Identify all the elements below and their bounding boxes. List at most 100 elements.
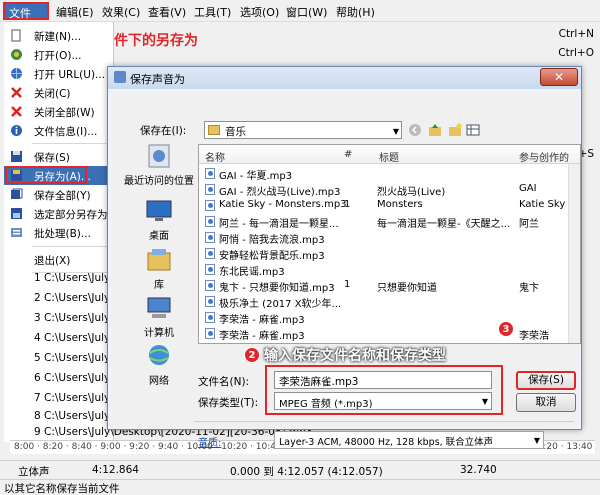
recent-file-5[interactable]: 5 C:\Users\July (34, 352, 110, 364)
menu-item-file-info[interactable]: 文件信息(I)... (4, 121, 114, 140)
status-channel: 立体声 (18, 466, 50, 478)
quality-label[interactable]: 音质: (198, 434, 221, 449)
menu-window[interactable]: 窗口(W) (286, 4, 327, 20)
recent-file-6[interactable]: 6 C:\Users\July (34, 372, 110, 384)
menu-item-new[interactable]: 新建(N)... (4, 26, 114, 45)
column-number[interactable]: # (344, 149, 352, 160)
table-row[interactable]: GAI - 烈火战马(Live).mp3 烈火战马(Live) GAI (199, 182, 580, 198)
file-list[interactable]: 名称 # 标题 参与创作的 GAI - 华夏.mp3 GAI - 烈火战马(Li… (198, 144, 581, 344)
place-recent[interactable]: 最近访问的位置 (120, 143, 198, 187)
new-file-icon (11, 29, 21, 42)
menu-item-save[interactable]: 保存(S) (4, 147, 114, 166)
filename-label: 文件名(N): (198, 376, 250, 388)
shortcut-new: Ctrl+N (558, 28, 594, 40)
cancel-button[interactable]: 取消 (516, 393, 576, 412)
audio-file-icon (205, 264, 215, 275)
menu-item-batch[interactable]: 批处理(B)... (4, 223, 114, 242)
menu-effects[interactable]: 效果(C) (102, 4, 140, 20)
audio-file-icon (205, 216, 215, 227)
up-folder-icon[interactable] (428, 123, 442, 137)
shortcut-open: Ctrl+O (558, 47, 594, 59)
menu-bar: 文件(F) 编辑(E) 效果(C) 查看(V) 工具(T) 选项(O) 窗口(W… (0, 0, 600, 34)
column-artist[interactable]: 参与创作的 (519, 149, 569, 164)
column-name[interactable]: 名称 (205, 149, 225, 164)
table-row[interactable]: 安静轻松背景配乐.mp3 (199, 246, 580, 262)
dialog-separator (194, 421, 574, 422)
dialog-title: 保存声音为 (130, 73, 185, 86)
menu-view[interactable]: 查看(V) (148, 4, 186, 20)
menu-item-open-url[interactable]: 打开 URL(U)... (4, 64, 114, 83)
column-title[interactable]: 标题 (379, 149, 399, 164)
audio-file-icon (205, 184, 215, 195)
audio-file-icon (205, 168, 215, 179)
menu-file[interactable]: 文件(F) (3, 2, 49, 34)
chevron-down-icon: ▼ (392, 127, 399, 136)
menu-separator (32, 246, 114, 247)
recent-file-3[interactable]: 3 C:\Users\July (34, 312, 110, 324)
quality-select[interactable]: Layer-3 ACM, 48000 Hz, 128 kbps, 联合立体声 ▼ (274, 431, 544, 449)
recent-places-icon (148, 144, 170, 168)
menu-item-close[interactable]: 关闭(C) (4, 83, 114, 102)
close-x-icon (11, 87, 22, 98)
menu-options[interactable]: 选项(O) (240, 4, 279, 20)
table-row[interactable]: 李荣浩 - 麻雀.mp3 李荣浩 (199, 326, 580, 342)
save-button[interactable]: 保存(S) (516, 371, 576, 390)
batch-icon (11, 228, 22, 237)
place-desktop[interactable]: 桌面 (120, 198, 198, 242)
file-list-scrollbar[interactable] (568, 164, 580, 343)
desktop-icon (146, 200, 172, 221)
status-hint: 以其它名称保存当前文件 (4, 483, 120, 495)
menu-item-save-selection[interactable]: 选定部分另存为( (4, 204, 114, 223)
save-as-highlight (5, 166, 87, 184)
table-row[interactable]: 东北民谣.mp3 (199, 262, 580, 278)
menu-separator (32, 143, 114, 144)
dialog-body: 保存在(I): 音乐 ▼ 最近访问的位置 桌面 库 计算机 网络 名称 # 标题… (112, 91, 581, 449)
recent-file-8[interactable]: 8 C:\Users\July (34, 410, 110, 422)
menu-help[interactable]: 帮助(H) (336, 4, 375, 20)
recent-file-2[interactable]: 2 C:\Users\July (34, 292, 110, 304)
look-in-combo[interactable]: 音乐 ▼ (204, 121, 402, 139)
close-button[interactable]: ✕ (540, 68, 578, 86)
status-value: 32.740 (460, 464, 497, 476)
menu-tools[interactable]: 工具(T) (194, 4, 231, 20)
place-computer[interactable]: 计算机 (120, 295, 198, 339)
status-duration: 4:12.864 (92, 464, 139, 476)
menu-item-close-all[interactable]: 关闭全部(W) (4, 102, 114, 121)
audio-file-icon (205, 328, 215, 339)
menu-item-open[interactable]: 打开(O)... (4, 45, 114, 64)
recent-file-7[interactable]: 7 C:\Users\July (34, 392, 110, 404)
table-row[interactable]: GAI - 华夏.mp3 (199, 166, 580, 182)
save-icon (11, 151, 22, 162)
menu-item-exit[interactable]: 退出(X) (4, 250, 114, 269)
table-row[interactable]: 李荣浩 - 麻雀.mp3 (199, 310, 580, 326)
dialog-title-bar[interactable]: 保存声音为 ✕ (108, 67, 581, 89)
menu-item-save-all[interactable]: 保存全部(Y) (4, 185, 114, 204)
open-folder-icon (11, 49, 22, 60)
table-row[interactable]: 阿兰 - 每一滴泪是一颗星... 每一滴泪是一颗星-《天醒之... 阿兰 (199, 214, 580, 230)
back-icon[interactable] (408, 123, 422, 137)
menu-edit[interactable]: 编辑(E) (56, 4, 94, 20)
table-row[interactable]: 极乐净土 (2017 X软少年... (199, 294, 580, 310)
new-folder-icon[interactable] (448, 123, 462, 137)
table-row[interactable]: Katie Sky - Monsters.mp3 1 Monsters Katie S… (199, 198, 580, 213)
recent-file-4[interactable]: 4 C:\Users\July (34, 332, 110, 344)
app-icon (114, 71, 126, 83)
audio-file-icon (205, 232, 215, 243)
place-library[interactable]: 库 (120, 247, 198, 291)
network-icon (149, 345, 169, 365)
folder-icon (208, 125, 220, 135)
table-row[interactable]: 鬼卞 - 只想要你知道.mp3 1 只想要你知道 鬼卞 (199, 278, 580, 294)
places-bar: 最近访问的位置 桌面 库 计算机 网络 (120, 143, 198, 387)
audio-file-icon (205, 296, 215, 307)
audio-file-icon (205, 280, 215, 291)
file-list-header: 名称 # 标题 参与创作的 (199, 145, 580, 164)
info-icon (11, 125, 22, 136)
filename-highlight (265, 365, 503, 415)
globe-icon (11, 68, 22, 79)
table-row[interactable]: 阿悄 - 陪我去流浪.mp3 (199, 230, 580, 246)
place-network[interactable]: 网络 (120, 343, 198, 387)
filetype-label: 保存类型(T): (198, 397, 259, 409)
recent-file-1[interactable]: 1 C:\Users\July (34, 272, 110, 284)
save-as-dialog: 保存声音为 ✕ 保存在(I): 音乐 ▼ 最近访问的位置 桌面 库 计算机 网络… (107, 66, 582, 449)
view-menu-icon[interactable] (466, 123, 480, 137)
